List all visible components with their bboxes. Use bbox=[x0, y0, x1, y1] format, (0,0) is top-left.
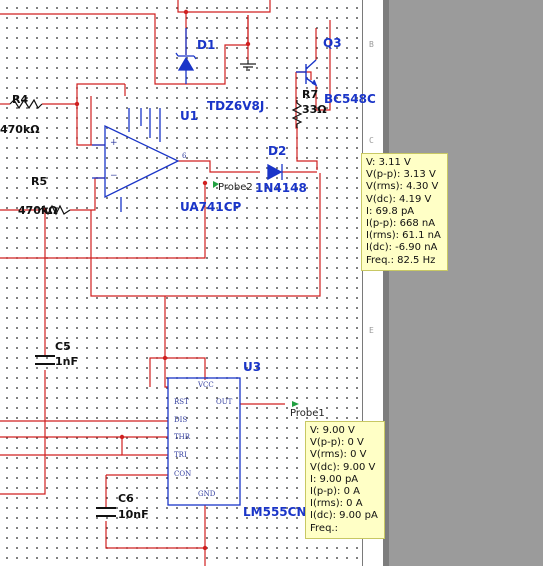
border-mark-c: C bbox=[369, 136, 374, 145]
u3-ref[interactable]: U3 bbox=[243, 360, 261, 374]
r7-value[interactable]: 33Ω bbox=[302, 103, 327, 116]
probe2-label[interactable]: Probe2 bbox=[218, 182, 253, 193]
c6-value[interactable]: 10nF bbox=[118, 508, 149, 521]
probe1-label[interactable]: Probe1 bbox=[290, 408, 325, 419]
probe1-ipp: I(p-p): 0 A bbox=[310, 486, 360, 498]
u1-minus-pin: − bbox=[110, 171, 118, 181]
u3-model[interactable]: LM555CN bbox=[243, 505, 307, 519]
q3-model[interactable]: BC548C bbox=[324, 92, 376, 106]
probe2-ipp: I(p-p): 668 nA bbox=[366, 218, 436, 230]
probe1-v: V: 9.00 V bbox=[310, 425, 355, 436]
probe1-vpp: V(p-p): 0 V bbox=[310, 437, 364, 449]
c5-value[interactable]: 1nF bbox=[55, 355, 78, 368]
border-mark-e: E bbox=[369, 326, 374, 335]
q3-ref[interactable]: Q3 bbox=[323, 36, 342, 50]
u1-out-pin: 6 bbox=[182, 152, 187, 160]
u1-model[interactable]: UA741CP bbox=[180, 200, 241, 214]
r4-value[interactable]: 470kΩ bbox=[0, 123, 40, 136]
r7-ref[interactable]: R7 bbox=[302, 88, 318, 101]
probe2-vrms: V(rms): 4.30 V bbox=[366, 181, 439, 193]
u1-plus-pin: + bbox=[110, 138, 118, 148]
d2-ref[interactable]: D2 bbox=[268, 144, 286, 158]
u3-pin-dis: DIS bbox=[174, 416, 188, 424]
probe1-idc: I(dc): 9.00 pA bbox=[310, 510, 378, 522]
probe1-i: I: 9.00 pA bbox=[310, 473, 359, 485]
u3-pin-out: OUT bbox=[216, 398, 233, 406]
d1-ref[interactable]: D1 bbox=[197, 38, 215, 52]
u3-pin-con: CON bbox=[174, 470, 192, 478]
d2-model[interactable]: 1N4148 bbox=[255, 181, 307, 195]
u3-pin-thr: THR bbox=[174, 433, 191, 441]
border-mark-b: B bbox=[369, 40, 374, 49]
probe1-freq: Freq.: bbox=[310, 522, 338, 534]
u3-pin-gnd: GND bbox=[198, 490, 216, 498]
probe2-i: I: 69.8 pA bbox=[366, 205, 415, 217]
r4-ref[interactable]: R4 bbox=[12, 93, 28, 106]
probe1-vdc: V(dc): 9.00 V bbox=[310, 461, 376, 473]
r5-value[interactable]: 470kΩ bbox=[18, 204, 58, 217]
probe1-irms: I(rms): 0 A bbox=[310, 498, 363, 510]
probe2-v: V: 3.11 V bbox=[366, 157, 411, 168]
u1-ref[interactable]: U1 bbox=[180, 109, 198, 123]
c6-ref[interactable]: C6 bbox=[118, 492, 134, 505]
probe2-vdc: V(dc): 4.19 V bbox=[366, 193, 432, 205]
probe2-readout-tooltip: V: 3.11 V V(p-p): 3.13 V V(rms): 4.30 V … bbox=[361, 153, 448, 271]
probe1-readout-tooltip: V: 9.00 V V(p-p): 0 V V(rms): 0 V V(dc):… bbox=[305, 421, 385, 539]
u3-pin-vcc: VCC bbox=[198, 381, 214, 389]
d1-model[interactable]: TDZ6V8J bbox=[207, 99, 264, 113]
u3-pin-rst: RST bbox=[174, 398, 189, 406]
u3-pin-tri: TRI bbox=[174, 451, 187, 459]
probe2-freq: Freq.: 82.5 Hz bbox=[366, 254, 436, 266]
workspace-background bbox=[383, 0, 543, 566]
c5-ref[interactable]: C5 bbox=[55, 340, 71, 353]
probe2-vpp: V(p-p): 3.13 V bbox=[366, 169, 436, 181]
probe1-vrms: V(rms): 0 V bbox=[310, 449, 367, 461]
probe2-idc: I(dc): -6.90 nA bbox=[366, 242, 438, 254]
probe2-irms: I(rms): 61.1 nA bbox=[366, 230, 441, 242]
r5-ref[interactable]: R5 bbox=[31, 175, 47, 188]
